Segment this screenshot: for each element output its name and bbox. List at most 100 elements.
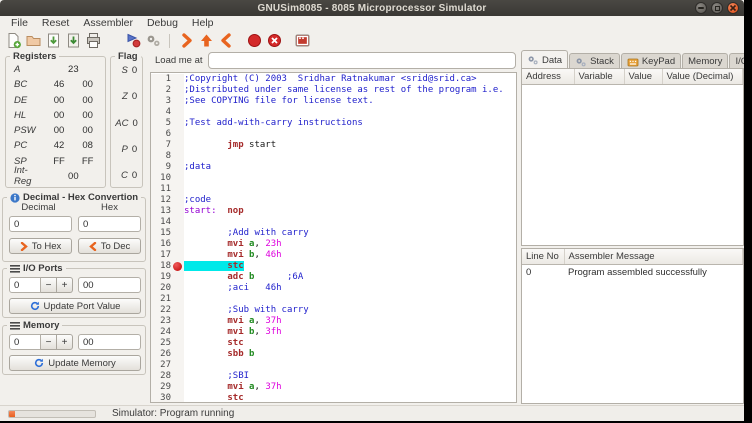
code-text[interactable]: ;data [184, 162, 516, 173]
code-text[interactable]: start: nop [184, 206, 516, 217]
breakpoint-gutter[interactable] [171, 305, 184, 316]
line-number[interactable]: 28 [151, 371, 171, 382]
code-text[interactable]: mvi a, 37h [184, 316, 516, 327]
line-number[interactable]: 21 [151, 294, 171, 305]
breakpoint-gutter[interactable] [171, 360, 184, 371]
code-text[interactable]: ;aci 46h [184, 283, 516, 294]
register-value[interactable]: 00 [73, 95, 102, 106]
breakpoint-gutter[interactable] [171, 96, 184, 107]
line-number[interactable]: 22 [151, 305, 171, 316]
code-text[interactable]: mvi b, 3fh [184, 327, 516, 338]
line-number[interactable]: 10 [151, 173, 171, 184]
tab-data[interactable]: Data [521, 50, 568, 69]
breakpoint-gutter[interactable] [171, 118, 184, 129]
breakpoint-gutter[interactable] [171, 239, 184, 250]
code-text[interactable] [184, 107, 516, 118]
code-text[interactable] [184, 151, 516, 162]
hex-input[interactable] [78, 216, 141, 232]
register-value[interactable]: 42 [45, 140, 74, 151]
port-minus-button[interactable]: − [41, 277, 57, 293]
register-value[interactable]: FF [73, 156, 102, 167]
line-number[interactable]: 30 [151, 393, 171, 403]
print-button[interactable] [83, 32, 103, 50]
breakpoint-gutter[interactable] [171, 195, 184, 206]
flag-value[interactable]: 0 [132, 144, 137, 155]
breakpoint-gutter[interactable] [171, 382, 184, 393]
breakpoint-gutter[interactable] [171, 338, 184, 349]
menu-help[interactable]: Help [185, 16, 221, 30]
line-number[interactable]: 16 [151, 239, 171, 250]
port-number-input[interactable] [9, 277, 41, 293]
code-text[interactable] [184, 360, 516, 371]
code-text[interactable]: stc [184, 338, 516, 349]
breakpoint-gutter[interactable] [171, 393, 184, 403]
code-text[interactable]: ;Test add-with-carry instructions [184, 118, 516, 129]
step-over-button[interactable] [176, 32, 196, 50]
breakpoint-gutter[interactable] [171, 250, 184, 261]
breakpoint-gutter[interactable] [171, 107, 184, 118]
code-text[interactable]: ;SBI [184, 371, 516, 382]
clear-breakpoints-button[interactable] [264, 32, 284, 50]
code-text[interactable]: mvi a, 37h [184, 382, 516, 393]
flag-value[interactable]: 0 [132, 91, 137, 102]
code-text[interactable]: adc b ;6A [184, 272, 516, 283]
line-number[interactable]: 18 [151, 261, 171, 272]
breakpoint-gutter[interactable] [171, 261, 184, 272]
code-text[interactable]: ;Sub with carry [184, 305, 516, 316]
register-value[interactable]: 46 [45, 79, 74, 90]
step-back-button[interactable] [216, 32, 236, 50]
memory-address-input[interactable] [9, 334, 41, 350]
code-text[interactable] [184, 294, 516, 305]
code-text[interactable]: ;Copyright (C) 2003 Sridhar Ratnakumar <… [184, 74, 516, 85]
flag-value[interactable]: 0 [132, 170, 137, 181]
line-number[interactable]: 7 [151, 140, 171, 151]
register-value[interactable]: FF [45, 156, 74, 167]
data-table-panel[interactable]: AddressVariableValueValue (Decimal) [521, 68, 744, 246]
tab-stack[interactable]: Stack [569, 53, 620, 69]
code-text[interactable] [184, 173, 516, 184]
minimize-button[interactable] [695, 2, 707, 14]
register-value[interactable]: 00 [45, 125, 74, 136]
memory-value-input[interactable] [78, 334, 141, 350]
breakpoint-gutter[interactable] [171, 228, 184, 239]
line-number[interactable]: 13 [151, 206, 171, 217]
line-number[interactable]: 5 [151, 118, 171, 129]
memory-plus-button[interactable]: + [57, 334, 73, 350]
toggle-breakpoint-button[interactable] [244, 32, 264, 50]
line-number[interactable]: 26 [151, 349, 171, 360]
code-editor[interactable]: 1;Copyright (C) 2003 Sridhar Ratnakumar … [150, 72, 517, 403]
assemble-button[interactable] [123, 32, 143, 50]
breakpoint-gutter[interactable] [171, 129, 184, 140]
tab-keypad[interactable]: KeyPad [621, 53, 681, 69]
code-text[interactable]: mvi b, 46h [184, 250, 516, 261]
code-text[interactable]: stc [184, 261, 516, 272]
code-text[interactable]: ;Add with carry [184, 228, 516, 239]
code-text[interactable]: mvi a, 23h [184, 239, 516, 250]
line-number[interactable]: 17 [151, 250, 171, 261]
config-button[interactable] [143, 32, 163, 50]
line-number[interactable]: 6 [151, 129, 171, 140]
line-number[interactable]: 11 [151, 184, 171, 195]
load-address-input[interactable] [208, 52, 516, 69]
open-file-button[interactable] [23, 32, 43, 50]
breakpoint-gutter[interactable] [171, 151, 184, 162]
save-as-button[interactable] [63, 32, 83, 50]
line-number[interactable]: 8 [151, 151, 171, 162]
flag-value[interactable]: 0 [132, 118, 137, 129]
tab-io-ports[interactable]: I/O Ports [729, 53, 744, 69]
port-plus-button[interactable]: + [57, 277, 73, 293]
table-row[interactable]: 0Program assembled successfully [522, 265, 743, 281]
line-number[interactable]: 19 [151, 272, 171, 283]
line-number[interactable]: 2 [151, 85, 171, 96]
line-number[interactable]: 29 [151, 382, 171, 393]
memory-minus-button[interactable]: − [41, 334, 57, 350]
code-text[interactable] [184, 129, 516, 140]
breakpoint-gutter[interactable] [171, 74, 184, 85]
code-text[interactable]: sbb b [184, 349, 516, 360]
io-window-button[interactable] [292, 32, 312, 50]
menu-file[interactable]: File [4, 16, 35, 30]
breakpoint-gutter[interactable] [171, 316, 184, 327]
port-value-input[interactable] [78, 277, 141, 293]
menu-debug[interactable]: Debug [140, 16, 185, 30]
breakpoint-gutter[interactable] [171, 349, 184, 360]
